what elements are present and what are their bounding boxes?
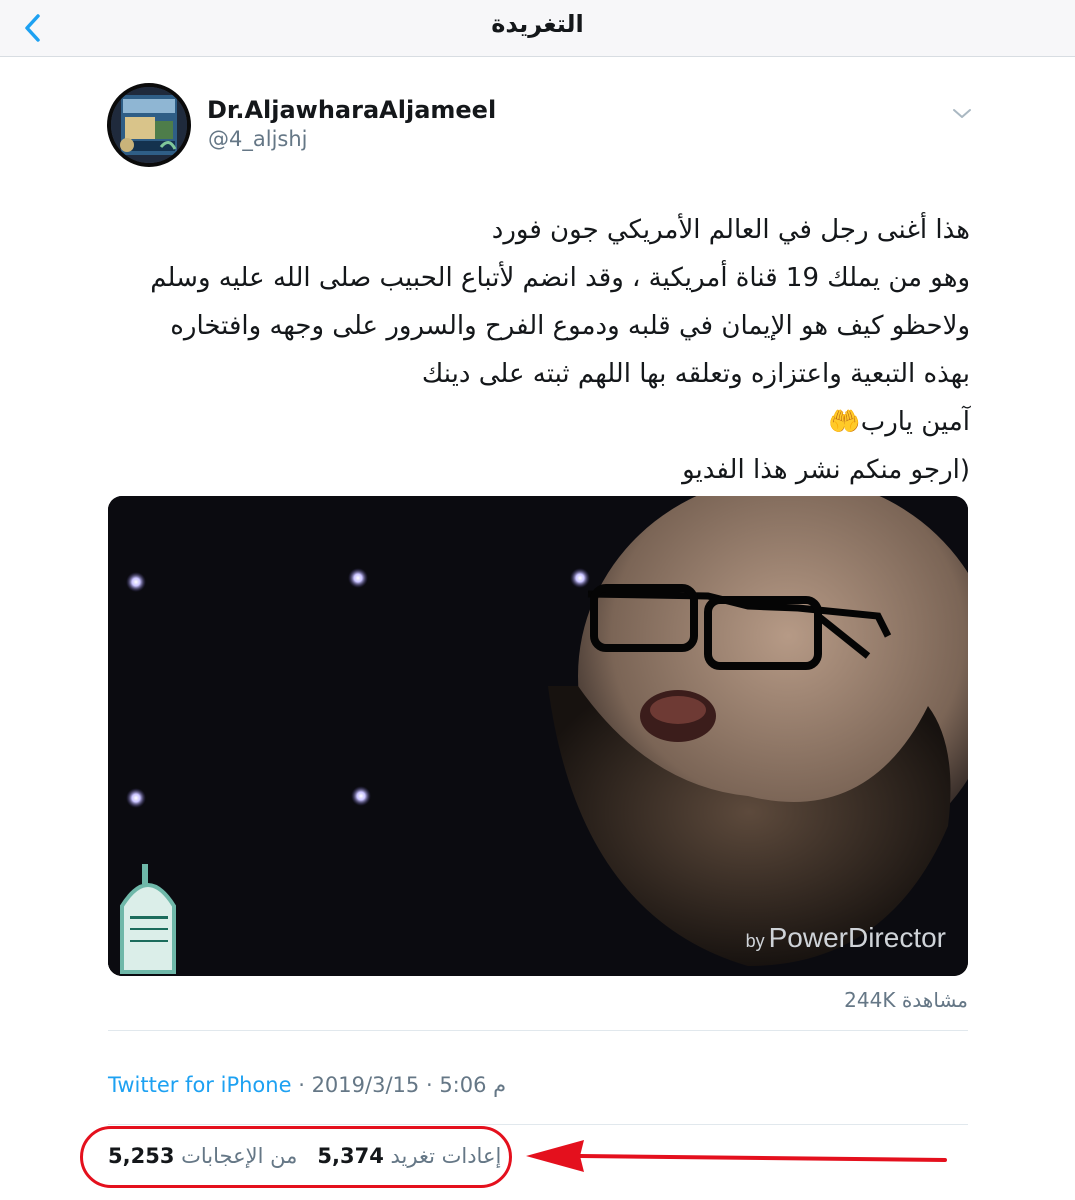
retweets-stat[interactable]: إعادات تغريد 5,374 bbox=[317, 1144, 501, 1168]
video-frame bbox=[108, 496, 968, 976]
profile-photo-icon bbox=[111, 87, 187, 163]
chevron-down-icon[interactable] bbox=[951, 104, 973, 122]
tweet-line: ولاحظو كيف هو الإيمان في قلبه ودموع الفر… bbox=[170, 311, 970, 341]
avatar[interactable] bbox=[107, 83, 191, 167]
divider bbox=[108, 1124, 968, 1125]
tweet-video[interactable]: by PowerDirector bbox=[108, 496, 968, 976]
tweet-meta: Twitter for iPhone · 2019/3/15 · 5:06 م bbox=[108, 1073, 506, 1097]
tweet-source-link[interactable]: Twitter for iPhone bbox=[108, 1073, 292, 1097]
author-display-name[interactable]: Dr.AljawharaAljameel bbox=[207, 96, 496, 124]
author-handle[interactable]: @4_aljshj bbox=[208, 127, 307, 151]
watermark-brand: PowerDirector bbox=[768, 922, 946, 953]
tweet-stats: إعادات تغريد 5,374 من الإعجابات 5,253 bbox=[108, 1144, 501, 1168]
retweets-label: إعادات تغريد bbox=[390, 1144, 502, 1168]
likes-label: من الإعجابات bbox=[181, 1144, 298, 1168]
tweet-text: هذا أغنى رجل في العالم الأمريكي جون فورد… bbox=[110, 206, 970, 494]
tweet-date: 2019/3/15 bbox=[311, 1073, 420, 1097]
tweet-line: آمين يارب🤲 bbox=[828, 407, 970, 437]
divider bbox=[108, 1030, 968, 1031]
tweet-line: هذا أغنى رجل في العالم الأمريكي جون فورد bbox=[491, 215, 970, 245]
page-title: التغريدة bbox=[491, 10, 584, 38]
tweet-time: 5:06 م bbox=[439, 1073, 507, 1097]
retweets-count: 5,374 bbox=[317, 1144, 384, 1168]
view-count: 244K مشاهدة bbox=[844, 988, 968, 1012]
tweet-line: (ارجو منكم نشر هذا الفديو bbox=[682, 455, 970, 485]
likes-stat[interactable]: من الإعجابات 5,253 bbox=[108, 1144, 297, 1168]
separator: · bbox=[298, 1073, 305, 1097]
likes-count: 5,253 bbox=[108, 1144, 175, 1168]
watermark-by: by bbox=[745, 931, 765, 951]
annotation-arrow-icon bbox=[526, 1140, 947, 1172]
separator: · bbox=[425, 1073, 433, 1097]
video-watermark: by PowerDirector bbox=[746, 922, 946, 954]
tweet-line: بهذه التبعية واعتزازه وتعلقه بها اللهم ث… bbox=[421, 359, 970, 389]
navigation-bar: التغريدة bbox=[0, 0, 1075, 57]
tweet-line: وهو من يملك 19 قناة أمريكية ، وقد انضم ل… bbox=[150, 263, 970, 293]
